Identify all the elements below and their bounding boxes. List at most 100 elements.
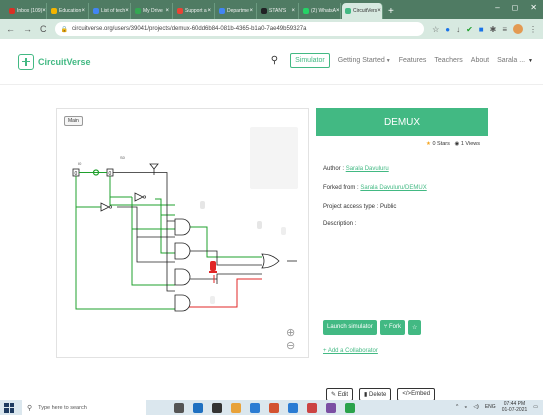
taskbar-search-field[interactable]: ⚲ Type here to search <box>22 400 146 415</box>
chrome-active-icon[interactable] <box>345 402 355 413</box>
tab-label: Inbox (109) <box>17 8 43 14</box>
add-collaborator-link[interactable]: + Add a Collaborator <box>323 348 378 354</box>
zoom-out-icon[interactable]: ⊖ <box>286 339 295 352</box>
tab-close-icon[interactable]: × <box>81 8 85 14</box>
reload-icon[interactable]: C <box>40 24 47 34</box>
url-field[interactable]: 🔒 circuitverse.org/users/39041/projects/… <box>54 22 425 36</box>
language-indicator[interactable]: ENG <box>485 404 496 410</box>
fork-button[interactable]: ⑂ Fork <box>379 320 405 335</box>
app-icon[interactable] <box>307 402 317 413</box>
browser-tab-strip: Inbox (109) × Education × List of tech × My Dr… <box>0 0 543 19</box>
author-link[interactable]: Sarala Davuluru <box>346 166 389 172</box>
tab-close-icon[interactable]: × <box>207 8 211 14</box>
chrome-icon[interactable] <box>231 402 241 413</box>
views-count: 1 Views <box>460 141 480 147</box>
nav-features[interactable]: Features <box>399 57 427 64</box>
tab-label: (2) WhatsA <box>311 8 337 14</box>
teams-icon[interactable] <box>326 402 336 413</box>
tab-label: Education <box>59 8 82 14</box>
tab-label: Support a <box>185 8 207 14</box>
tab-favicon-icon <box>177 8 183 14</box>
zoom-in-icon[interactable]: ⊕ <box>286 326 295 339</box>
browser-tab[interactable]: Inbox (109) × <box>6 3 47 19</box>
nav-simulator-button[interactable]: Simulator <box>290 53 330 68</box>
back-icon[interactable]: ← <box>6 24 15 34</box>
powerpoint-icon[interactable] <box>269 402 279 413</box>
nav-user-menu[interactable]: Sarala ... ▼ <box>497 57 533 64</box>
store-icon[interactable] <box>212 402 222 413</box>
site-navbar: CircuitVerse ⚲ Simulator Getting Started… <box>0 39 543 85</box>
star-button[interactable]: ☆ <box>407 320 422 335</box>
extension-icon[interactable]: ■ <box>479 25 484 34</box>
lock-icon: 🔒 <box>60 26 68 33</box>
tab-close-icon[interactable]: × <box>125 8 129 14</box>
nav-about[interactable]: About <box>471 57 489 64</box>
edge-icon[interactable] <box>193 402 203 413</box>
code-icon: </> <box>402 391 412 397</box>
tab-close-icon[interactable]: × <box>42 8 46 14</box>
tab-close-icon[interactable]: × <box>336 8 340 14</box>
search-icon[interactable]: ⚲ <box>271 55 278 66</box>
tab-close-icon[interactable]: × <box>249 8 253 14</box>
nav-getting-started[interactable]: Getting Started▼ <box>338 57 391 64</box>
extension-icon[interactable]: ● <box>445 25 450 34</box>
probe-icon <box>149 163 159 170</box>
forward-icon[interactable]: → <box>23 24 32 34</box>
circuit-preview[interactable]: Main I0 S0 0 0 ⊕ ⊖ <box>56 108 309 358</box>
tab-close-icon[interactable]: × <box>291 8 295 14</box>
reading-list-icon[interactable]: ≡ <box>502 25 507 34</box>
tab-close-icon[interactable]: × <box>165 8 169 14</box>
browser-tab[interactable]: CircuitVers × <box>342 3 383 19</box>
puzzle-icon[interactable]: ✱ <box>490 25 497 34</box>
windows-start-icon[interactable] <box>4 402 14 413</box>
tab-label: Departme <box>227 8 249 14</box>
browser-tab[interactable]: STAN'S × <box>258 3 299 19</box>
nav-teachers[interactable]: Teachers <box>434 57 462 64</box>
download-icon[interactable]: ↓ <box>456 25 460 34</box>
fork-label: Fork <box>388 324 401 330</box>
profile-avatar[interactable] <box>513 24 523 34</box>
neutral-wires <box>113 172 297 292</box>
tab-close-icon[interactable]: × <box>377 8 381 14</box>
forked-link[interactable]: Sarala Davuluru/DEMUX <box>360 185 426 191</box>
tab-favicon-icon <box>303 8 309 14</box>
notification-icon[interactable]: ▭ <box>533 404 538 410</box>
star-icon: ★ <box>425 141 431 147</box>
menu-icon[interactable]: ⋮ <box>529 25 537 34</box>
browser-tab[interactable]: (2) WhatsA × <box>300 3 341 19</box>
caret-down-icon: ▼ <box>385 58 391 64</box>
system-tray: ^ ◒ ◁) ENG 07:44 PM 01-07-2021 ▭ <box>456 401 538 413</box>
bookmark-star-icon[interactable]: ☆ <box>432 25 439 34</box>
browser-tab[interactable]: Departme × <box>216 3 257 19</box>
nav-getting-started-label: Getting Started <box>337 57 385 64</box>
browser-tab[interactable]: Education × <box>48 3 89 19</box>
volume-icon[interactable]: ◁) <box>473 404 479 410</box>
explorer-icon[interactable] <box>250 402 260 413</box>
maximize-icon[interactable]: ◻ <box>512 3 519 12</box>
minimize-icon[interactable]: – <box>495 3 499 12</box>
taskbar-search-placeholder: Type here to search <box>38 404 87 411</box>
browser-tab[interactable]: My Drive × <box>132 3 173 19</box>
circuit-diagram: I0 S0 0 0 <box>72 155 297 312</box>
stars-count: 0 Stars <box>432 141 450 147</box>
clock[interactable]: 07:44 PM 01-07-2021 <box>502 401 528 413</box>
tab-favicon-icon <box>93 8 99 14</box>
task-view-icon[interactable] <box>174 402 184 413</box>
tab-favicon-icon <box>135 8 141 14</box>
brand-name: CircuitVerse <box>38 56 91 67</box>
new-tab-button[interactable]: + <box>388 3 394 19</box>
launch-simulator-button[interactable]: Launch simulator <box>323 320 377 335</box>
access-row: Project access type : Public <box>323 204 396 210</box>
active-wires <box>75 172 262 310</box>
access-label: Project access type : <box>323 204 379 210</box>
tray-chevron-icon[interactable]: ^ <box>456 404 458 410</box>
brand-logo[interactable]: CircuitVerse <box>18 53 91 70</box>
check-icon[interactable]: ✔ <box>466 25 473 34</box>
caret-down-icon: ▼ <box>528 58 533 64</box>
word-icon[interactable] <box>288 402 298 413</box>
browser-tab[interactable]: List of tech × <box>90 3 131 19</box>
browser-tab[interactable]: Support a × <box>174 3 215 19</box>
not-gate-bubble <box>108 205 112 209</box>
close-window-icon[interactable]: ✕ <box>530 3 537 12</box>
wifi-icon[interactable]: ◒ <box>464 404 467 410</box>
